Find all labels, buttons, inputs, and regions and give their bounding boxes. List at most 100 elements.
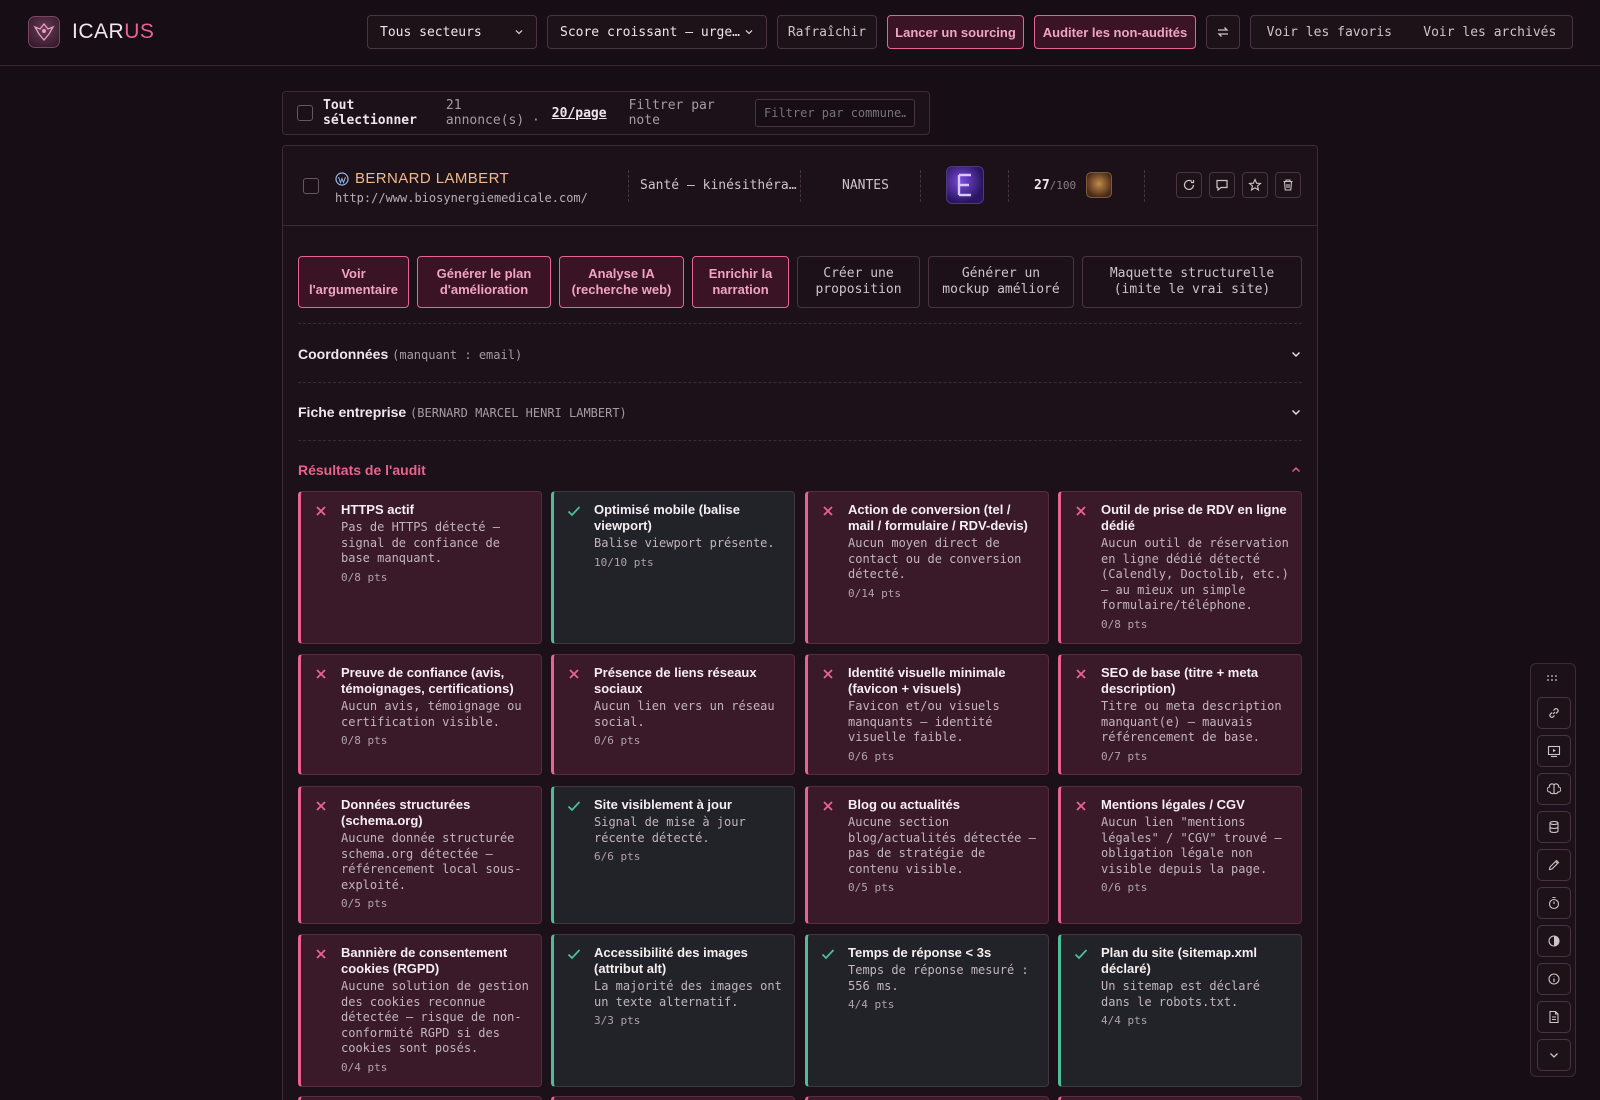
audit-title: Présence de liens réseaux sociaux [594,665,757,696]
audit-title: Accessibilité des images (attribut alt) [594,945,748,976]
refresh-button[interactable]: Rafraîchir [777,15,877,49]
check-icon [554,945,594,1076]
database-icon [1549,820,1559,834]
chevron-down-icon [1292,351,1300,357]
play-icon [1547,745,1561,758]
document-button[interactable] [1537,1001,1571,1033]
audit-description: Temps de réponse mesuré : 556 ms. [848,963,1029,993]
filter-by-note[interactable]: Filtrer par note [629,98,733,128]
presentation-button[interactable] [1537,735,1571,767]
section-coordinates[interactable]: Coordonnées (manquant : email) [298,325,1302,383]
audit-card: HTTPS actif Pas de HTTPS détecté — signal… [298,491,542,644]
section-company-sheet[interactable]: Fiche entreprise (BERNARD MARCEL HENRI L… [298,383,1302,441]
select-all-label[interactable]: Tout sélectionner [323,98,434,128]
audit-points: 0/4 pts [341,1060,388,1074]
enrich-narration-button[interactable]: Enrichir la narration [692,256,789,308]
timer-button[interactable] [1537,887,1571,919]
cross-icon [301,665,341,764]
link-button[interactable] [1537,697,1571,729]
commune-filter-input[interactable] [755,99,915,127]
edit-button[interactable] [1537,849,1571,881]
grip-icon[interactable] [1546,672,1560,687]
scroll-down-button[interactable] [1537,1039,1571,1071]
audit-title: Site visiblement à jour [594,797,732,812]
favorite-button[interactable] [1242,172,1268,198]
view-favorites-button[interactable]: Voir les favoris [1267,25,1392,40]
audit-description: Signal de mise à jour récente détecté. [594,815,746,845]
audit-card [298,1096,542,1100]
view-archived-button[interactable]: Voir les archivés [1423,25,1556,40]
audit-card: Outil de prise de RDV en ligne dédié Aucu… [1058,491,1302,644]
check-icon [554,797,594,913]
audit-points: 0/6 pts [1101,881,1148,894]
listing-city: NANTES [842,178,889,193]
sync-button[interactable] [1206,15,1240,49]
database-button[interactable] [1537,811,1571,843]
ai-analysis-button[interactable]: Analyse IA (recherche web) [559,256,684,308]
sort-select[interactable]: Score croissant — urge… [547,15,767,49]
divider [800,170,801,202]
audit-points: 0/14 pts [848,586,901,600]
site-thumbnail[interactable] [946,166,984,204]
audit-card: Identité visuelle minimale (favicon + vi… [805,654,1049,775]
audit-description: Aucun lien vers un réseau social. [594,699,775,729]
audit-card [805,1096,1049,1100]
audit-description: Favicon et/ou visuels manquants — identi… [848,699,1000,744]
audit-title: Données structurées (schema.org) [341,797,471,828]
listing-checkbox[interactable] [303,178,319,194]
cross-icon [301,797,341,913]
generate-plan-button[interactable]: Générer le plan d'amélioration [417,256,551,308]
cross-icon [1061,502,1101,633]
info-icon [1548,973,1560,985]
info-button[interactable] [1537,963,1571,995]
audit-title: Preuve de confiance (avis, témoignages, … [341,665,514,696]
cross-icon [808,797,848,913]
audit-description: Aucun lien "mentions légales" / "CGV" tr… [1101,815,1282,876]
audit-title: Mentions légales / CGV [1101,797,1245,812]
generate-mockup-button[interactable]: Générer un mockup amélioré [928,256,1074,308]
audit-title: Identité visuelle minimale (favicon + vi… [848,665,1006,696]
view-toggle-group: Voir les favoris Voir les archivés [1250,15,1573,49]
sync-icon [1217,27,1229,37]
listing-header: BERNARD LAMBERT http://www.biosynergieme… [283,146,1317,226]
audit-title: Blog ou actualités [848,797,960,812]
company-name[interactable]: BERNARD LAMBERT [355,170,509,187]
audit-points: 0/5 pts [848,881,895,894]
refresh-listing-button[interactable] [1176,172,1202,198]
audit-description: Aucun avis, témoignage ou certification … [341,699,522,729]
trash-icon [1283,179,1293,191]
divider [628,170,629,202]
chevron-down-icon [515,30,523,35]
audit-description: Aucune section blog/actualités détectée … [848,815,1036,876]
delete-button[interactable] [1275,172,1301,198]
company-url[interactable]: http://www.biosynergiemedicale.com/ [335,191,588,205]
audit-points: 10/10 pts [594,555,654,569]
sector-select[interactable]: Tous secteurs [367,15,537,49]
cross-icon [808,665,848,764]
per-page-link[interactable]: 20/page [552,106,607,121]
check-icon [554,502,594,633]
launch-sourcing-button[interactable]: Lancer un sourcing [887,15,1024,49]
comment-icon [1216,179,1228,192]
brain-icon [1547,783,1561,795]
audit-points: 0/6 pts [848,749,895,763]
structural-mockup-button[interactable]: Maquette structurelle (imite le vrai sit… [1082,256,1302,308]
audit-description: La majorité des images ont un texte alte… [594,979,782,1009]
view-pitch-button[interactable]: Voir l'argumentaire [298,256,409,308]
audit-title: Optimisé mobile (balise viewport) [594,502,740,533]
divider [1008,170,1009,202]
wordpress-icon [335,172,349,186]
audit-unaudited-button[interactable]: Auditer les non-audités [1034,15,1196,49]
audit-card: Bannière de consentement cookies (RGPD) A… [298,934,542,1087]
audit-points: 6/6 pts [594,850,641,863]
divider [1144,170,1145,202]
listing-score: 27/100 [1034,178,1077,193]
create-proposal-button[interactable]: Créer une proposition [797,256,920,308]
ai-button[interactable] [1537,773,1571,805]
comment-button[interactable] [1209,172,1235,198]
audit-title: Action de conversion (tel / mail / formu… [848,502,1028,533]
chevron-up-icon [1292,467,1300,472]
audit-points: 0/8 pts [1101,617,1148,631]
select-all-checkbox[interactable] [297,105,313,121]
contrast-button[interactable] [1537,925,1571,957]
